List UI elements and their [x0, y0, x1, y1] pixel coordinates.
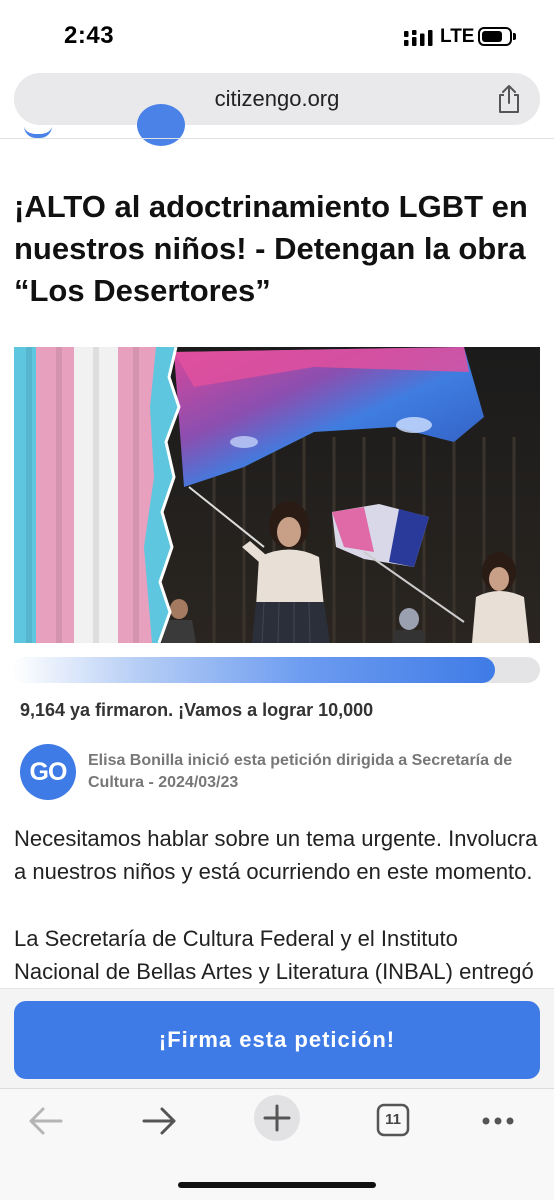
back-arrow-icon[interactable] [17, 1101, 73, 1141]
network-type: LTE [440, 26, 475, 47]
author-text: Elisa Bonilla inició esta petición dirig… [88, 752, 513, 791]
body-paragraph: Necesitamos hablar sobre un tema urgente… [14, 826, 538, 884]
battery-icon [478, 27, 512, 46]
address-bar[interactable]: citizengo.org [14, 73, 540, 125]
battery-level [482, 31, 502, 42]
signature-count: 9,164 ya firmaron. ¡Vamos a lograr 10,00… [20, 700, 374, 720]
new-tab-plus-icon[interactable] [249, 1095, 305, 1141]
body-paragraph: La Secretaría de Cultura Federal y el In… [14, 926, 534, 984]
sign-petition-button[interactable]: ¡Firma esta petición! [14, 1001, 540, 1079]
petition-author: GO Elisa Bonilla inició esta petición di… [14, 741, 544, 801]
sign-panel: ¡Firma esta petición! [0, 988, 554, 1088]
forward-arrow-icon[interactable] [132, 1101, 188, 1141]
signal-strength-icon [404, 30, 433, 46]
signature-progress-fill [14, 657, 496, 683]
share-icon[interactable] [496, 84, 522, 114]
petition-title: ¡ALTO al adoctrinamiento LGBT en nuestro… [14, 189, 528, 308]
url-text[interactable]: citizengo.org [14, 86, 540, 112]
status-bar: 2:43 LTE [0, 0, 554, 72]
citizengo-logo-badge: GO [20, 744, 76, 800]
home-indicator[interactable] [178, 1182, 376, 1188]
petition-hero-image [14, 347, 540, 643]
tab-count: 11 [385, 1111, 401, 1128]
avatar-peek [137, 104, 185, 146]
tabs-button[interactable]: 11 [366, 1101, 422, 1141]
status-time: 2:43 [64, 22, 115, 49]
logo-peek [24, 126, 52, 138]
divider [0, 138, 554, 139]
more-dots-icon[interactable] [470, 1101, 526, 1141]
battery-cap [513, 33, 516, 40]
signature-progress-bar [14, 657, 540, 683]
